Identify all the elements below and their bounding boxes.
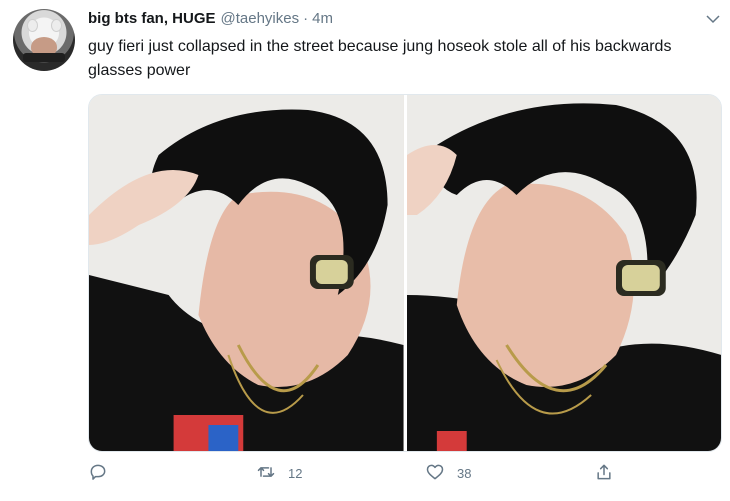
more-options-chevron-icon[interactable] bbox=[704, 10, 722, 28]
avatar[interactable] bbox=[13, 9, 75, 71]
avatar-ear-left bbox=[27, 19, 38, 32]
retweet-icon bbox=[256, 462, 276, 485]
heart-icon bbox=[425, 462, 445, 485]
reply-icon bbox=[88, 462, 108, 485]
reply-button[interactable] bbox=[88, 462, 120, 485]
tweet-actions: 12 38 bbox=[88, 462, 648, 492]
timestamp[interactable]: 4m bbox=[312, 10, 333, 27]
tweet-media bbox=[88, 94, 722, 452]
photo-1[interactable] bbox=[89, 95, 404, 451]
tweet-text: guy fieri just collapsed in the street b… bbox=[88, 38, 672, 79]
like-count: 38 bbox=[457, 466, 472, 481]
photo-2[interactable] bbox=[406, 95, 721, 451]
tweet-header: big bts fan, HUGE @taehyikes · 4m bbox=[88, 10, 333, 30]
avatar-band bbox=[23, 53, 65, 62]
retweet-button[interactable]: 12 bbox=[256, 462, 302, 485]
retweet-count: 12 bbox=[288, 466, 303, 481]
avatar-ear-right bbox=[51, 19, 62, 32]
display-name[interactable]: big bts fan, HUGE bbox=[88, 10, 216, 27]
separator-dot: · bbox=[303, 10, 309, 27]
like-button[interactable]: 38 bbox=[425, 462, 471, 485]
share-icon bbox=[594, 462, 614, 485]
share-button[interactable] bbox=[594, 462, 614, 485]
user-handle[interactable]: @taehyikes bbox=[221, 10, 300, 27]
